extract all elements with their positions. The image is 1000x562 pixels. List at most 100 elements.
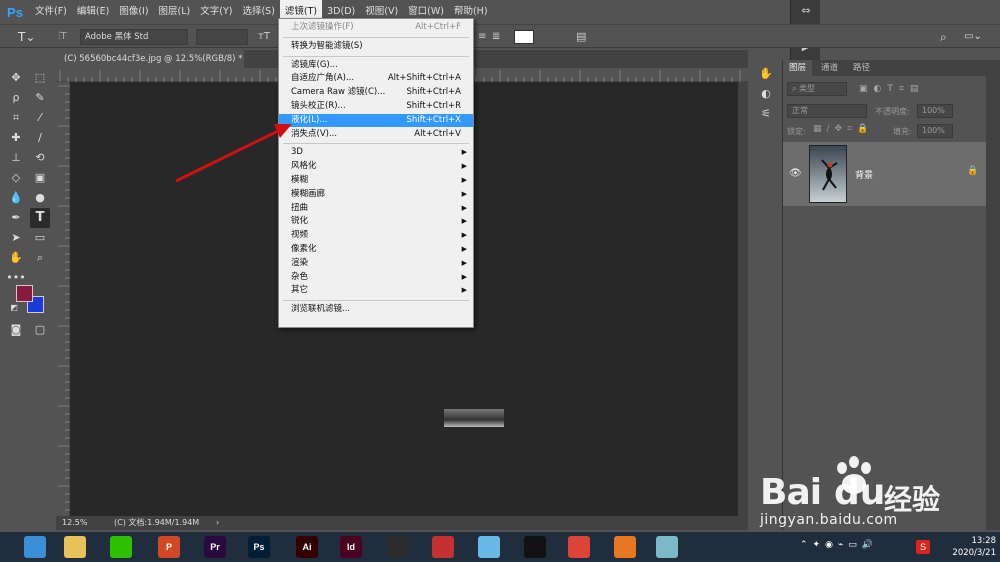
text-color-swatch[interactable] (514, 30, 534, 44)
fill-input[interactable]: 100% (917, 124, 953, 138)
history-brush-icon[interactable]: ⟲ (30, 148, 50, 168)
eyedropper-icon[interactable]: ⁄ (30, 108, 50, 128)
filter-menu-item[interactable]: 滤镜库(G)... (279, 59, 473, 73)
type-tool-icon[interactable]: T (30, 208, 50, 228)
zoom-tool-icon[interactable]: ⌕ (30, 248, 50, 268)
blur-tool-icon[interactable]: 💧 (6, 188, 26, 208)
explorer-icon[interactable] (64, 536, 86, 558)
filter-menu-item[interactable]: 模糊 ▶ (279, 174, 473, 188)
app-orange-icon[interactable] (614, 536, 636, 558)
pen-tool-icon[interactable]: ✒ (6, 208, 26, 228)
video-icon[interactable] (386, 536, 408, 558)
app-red-icon[interactable] (432, 536, 454, 558)
expand-icon[interactable]: ⇔ (799, 4, 813, 18)
tab-channels[interactable]: 通道 (815, 60, 844, 76)
system-tray-icons[interactable]: ⌃✦◉⌁▭🔊 (800, 540, 878, 550)
zoom-level[interactable]: 12.5% (62, 516, 87, 530)
vertical-scrollbar[interactable] (738, 82, 748, 516)
filter-menu-item[interactable]: 转换为智能滤镜(S) (279, 40, 473, 54)
crop-tool-icon[interactable]: ⌗ (6, 108, 26, 128)
filter-menu-item[interactable]: 锐化 ▶ (279, 215, 473, 229)
menu-0[interactable]: 文件(F) (30, 0, 72, 24)
filter-menu-item[interactable]: 模糊画廊 ▶ (279, 188, 473, 202)
orientation-icon[interactable]: ⫶T (58, 29, 74, 45)
brush-tool-icon[interactable]: ∕ (30, 128, 50, 148)
qq-icon[interactable] (524, 536, 546, 558)
align-center-icon[interactable]: ≡ (478, 29, 490, 45)
dodge-tool-icon[interactable]: ● (30, 188, 50, 208)
path-select-icon[interactable]: ➤ (6, 228, 26, 248)
font-style-select[interactable] (196, 29, 248, 45)
premiere-icon[interactable]: Pr (204, 536, 226, 558)
foreground-color-swatch[interactable] (16, 285, 33, 302)
filter-menu-item[interactable]: 扭曲 ▶ (279, 202, 473, 216)
status-menu-arrow[interactable]: › (216, 516, 219, 530)
eraser-icon[interactable]: ◇ (6, 168, 26, 188)
properties-icon[interactable]: ⚟ (756, 104, 776, 124)
powerpoint-icon[interactable]: P (158, 536, 180, 558)
menu-1[interactable]: 编辑(E) (72, 0, 114, 24)
font-size-icon[interactable]: ᴛT (258, 29, 272, 45)
rectangle-tool-icon[interactable]: ▭ (30, 228, 50, 248)
filter-menu-item[interactable]: 消失点(V)... Alt+Ctrl+V (279, 128, 473, 142)
blend-mode-select[interactable]: 正常 (787, 104, 867, 118)
opacity-input[interactable]: 100% (917, 104, 953, 118)
default-colors-icon[interactable]: ◩ (8, 302, 20, 314)
layer-kind-filter[interactable]: ⌕ 类型 (787, 82, 847, 96)
healing-brush-icon[interactable]: ✚ (6, 128, 26, 148)
browser-icon[interactable] (24, 536, 46, 558)
filter-menu-item[interactable]: 自适应广角(A)... Alt+Shift+Ctrl+A (279, 72, 473, 86)
filter-menu-item[interactable]: Camera Raw 滤镜(C)... Shift+Ctrl+A (279, 86, 473, 100)
align-right-icon[interactable]: ≣ (492, 29, 504, 45)
search-icon[interactable]: ⌕ (940, 29, 954, 45)
filter-menu-item[interactable]: 液化(L)... Shift+Ctrl+X (279, 113, 473, 128)
filter-menu-item[interactable]: 镜头校正(R)... Shift+Ctrl+R (279, 100, 473, 114)
visibility-eye-icon[interactable]: 👁 (789, 168, 802, 179)
clock[interactable]: 13:28 2020/3/21 (942, 535, 996, 559)
tab-layers[interactable]: 图层 (783, 60, 813, 76)
wechat-icon[interactable] (110, 536, 132, 558)
filter-menu-item[interactable]: 风格化 ▶ (279, 160, 473, 174)
hand-tool-icon[interactable]: ✋ (6, 248, 26, 268)
document-tab[interactable]: (C) 56560bc44cf3e.jpg @ 12.5%(RGB/8) * (56, 50, 244, 68)
adjustment-icon[interactable]: ◐ (756, 84, 776, 104)
character-panel-icon[interactable]: ▤ (576, 29, 590, 45)
filter-menu-item[interactable]: 浏览联机滤镜... (279, 303, 473, 317)
illustrator-icon[interactable]: Ai (296, 536, 318, 558)
input-method-icon[interactable]: S (916, 540, 930, 554)
text-tool-preset-icon[interactable]: T⌄ (18, 29, 42, 45)
workspace-icon[interactable]: ▭⌄ (964, 29, 988, 45)
lock-icons[interactable]: ▦∕✥⌗🔒 (813, 124, 873, 134)
clone-stamp-icon[interactable]: ⊥ (6, 148, 26, 168)
photoshop-icon[interactable]: Ps (248, 536, 270, 558)
app-blue-icon[interactable] (478, 536, 500, 558)
font-family-select[interactable]: Adobe 黑体 Std (80, 29, 188, 45)
filter-menu-item[interactable]: 杂色 ▶ (279, 271, 473, 285)
screen-mode-icon[interactable]: ▢ (30, 320, 50, 340)
layers-scrollbar[interactable] (986, 60, 1000, 530)
move-tool-icon[interactable]: ✥ (6, 68, 26, 88)
filter-menu-item[interactable]: 渲染 ▶ (279, 257, 473, 271)
tab-paths[interactable]: 路径 (847, 60, 876, 76)
history-icon[interactable]: ✋ (756, 64, 776, 84)
quick-select-icon[interactable]: ✎ (30, 88, 50, 108)
app-cyan-icon[interactable] (656, 536, 678, 558)
gradient-icon[interactable]: ▣ (30, 168, 50, 188)
marquee-tool-icon[interactable]: ⬚ (30, 68, 50, 88)
filter-menu-item[interactable]: 视频 ▶ (279, 229, 473, 243)
filter-menu-item[interactable]: 其它 ▶ (279, 284, 473, 298)
quick-mask-icon[interactable]: ◙ (6, 320, 26, 340)
menu-5[interactable]: 选择(S) (237, 0, 279, 24)
chrome-icon[interactable] (568, 536, 590, 558)
layer-row[interactable]: 👁 背景 🔒 (783, 142, 987, 206)
lasso-tool-icon[interactable]: ρ (6, 88, 26, 108)
filter-menu-item[interactable]: 上次滤镜操作(F) Alt+Ctrl+F (279, 21, 473, 35)
indesign-icon[interactable]: Id (340, 536, 362, 558)
layer-filter-icons[interactable]: ▣◐T⌗▤ (859, 84, 924, 94)
filter-menu-item[interactable]: 3D ▶ (279, 146, 473, 160)
menu-2[interactable]: 图像(I) (114, 0, 153, 24)
annotation-arrow-icon (175, 124, 292, 183)
menu-3[interactable]: 图层(L) (154, 0, 196, 24)
filter-menu-item[interactable]: 像素化 ▶ (279, 243, 473, 257)
menu-4[interactable]: 文字(Y) (195, 0, 237, 24)
